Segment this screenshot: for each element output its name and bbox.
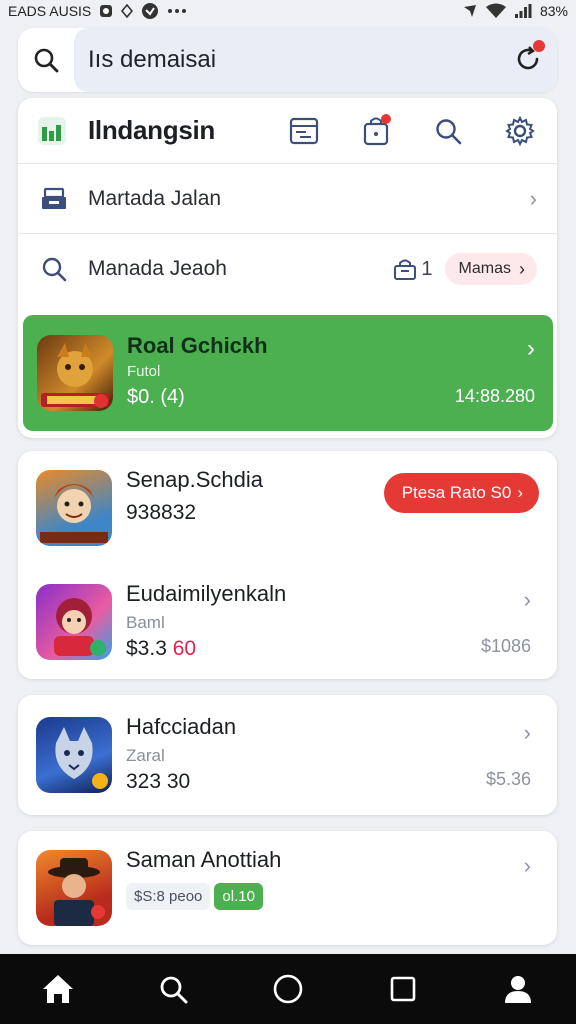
game-tags: $S:8 peoo ol.10 <box>126 883 539 910</box>
game-thumbnail-icon <box>36 717 112 793</box>
bag-icon[interactable] <box>359 113 393 148</box>
home-icon[interactable] <box>28 959 88 1019</box>
refresh-icon[interactable] <box>513 40 545 74</box>
red-action-button[interactable]: Ptesa Rato S0 › <box>383 473 539 513</box>
chevron-right-icon: › <box>523 587 531 612</box>
game-info: Eudaimilyenkaln Baml $3.3 60 › $1086 <box>126 581 539 663</box>
square-icon[interactable] <box>373 959 433 1019</box>
game-meta: $1086 <box>480 636 531 656</box>
game-thumbnail-icon <box>36 584 112 660</box>
chevron-right-icon: › <box>523 853 531 878</box>
list-item[interactable]: Eudaimilyenkaln Baml $3.3 60 › $1086 <box>18 565 557 679</box>
gear-icon[interactable] <box>503 114 537 148</box>
search-query: Iıs demaisai <box>88 46 217 73</box>
game-name: Eudaimilyenkaln <box>126 581 287 606</box>
chevron-right-icon: › <box>529 185 537 211</box>
chevron-right-icon: › <box>527 335 535 362</box>
mamas-pill[interactable]: Mamas › <box>444 253 537 285</box>
notification-dot <box>381 113 391 124</box>
featured-info: Roal Gchickh Futol $0. (4) › 14:88.280 <box>127 333 535 413</box>
status-bar: EADS AUSIS 83% <box>0 0 576 22</box>
games-card: Senap.Schdia 938832 Ptesa Rato S0 › Euda… <box>18 451 557 679</box>
status-carrier-text: EADS AUSIS <box>8 3 92 19</box>
game-name: Saman Anottiah <box>126 847 282 872</box>
search-icon <box>38 256 70 282</box>
discount-tag: ol.10 <box>214 883 263 910</box>
pill-label: Mamas <box>458 260 511 277</box>
wifi-icon <box>485 3 506 19</box>
menu-row-martada[interactable]: Martada Jalan › <box>18 164 557 234</box>
featured-game-card[interactable]: Roal Gchickh Futol $0. (4) › 14:88.280 <box>23 315 553 431</box>
price-accent: 60 <box>172 637 197 660</box>
logo-icon <box>38 116 66 145</box>
lock-icon <box>394 259 417 280</box>
more-icon <box>167 8 187 14</box>
game-thumbnail-icon <box>36 470 112 546</box>
location-icon <box>462 3 478 19</box>
battery-text: 83% <box>539 3 568 19</box>
diamond-icon <box>121 4 134 18</box>
search-icon[interactable] <box>431 114 465 148</box>
game-card[interactable]: Saman Anottiah $S:8 peoo ol.10 › <box>18 831 557 945</box>
game-info: Hafcciadan Zaral 323 30 › $5.36 <box>126 714 539 796</box>
chevron-right-icon: › <box>517 483 523 502</box>
list-item[interactable]: Saman Anottiah $S:8 peoo ol.10 › <box>18 831 557 945</box>
button-label: Ptesa Rato S0 <box>401 483 512 502</box>
search-input[interactable]: Iıs demaisai <box>74 28 557 92</box>
game-thumbnail-icon <box>37 335 113 411</box>
chevron-right-icon: › <box>519 258 525 279</box>
card-header: Ilndangsin <box>18 98 557 164</box>
shield-icon <box>141 2 159 20</box>
profile-icon[interactable] <box>488 959 548 1019</box>
game-price: 323 30 <box>126 770 191 793</box>
price-tag: $S:8 peoo <box>126 883 211 910</box>
list-item[interactable]: Senap.Schdia 938832 Ptesa Rato S0 › <box>18 451 557 565</box>
signal-icon <box>514 3 532 19</box>
bottom-nav <box>0 954 576 1024</box>
main-card: Ilndangsin Martada Jalan › Manada Jeaoh … <box>18 98 557 438</box>
lock-count-value: 1 <box>421 257 433 280</box>
game-name: Hafcciadan <box>126 714 237 739</box>
game-info: Senap.Schdia 938832 Ptesa Rato S0 › <box>126 467 539 549</box>
circle-icon[interactable] <box>258 959 318 1019</box>
game-card[interactable]: Hafcciadan Zaral 323 30 › $5.36 <box>18 695 557 815</box>
chevron-right-icon: › <box>523 720 531 745</box>
game-sub: Futol <box>127 363 161 380</box>
list-item[interactable]: Hafcciadan Zaral 323 30 › $5.36 <box>18 695 557 815</box>
filter-icon[interactable] <box>287 114 321 148</box>
menu-row-manada[interactable]: Manada Jeaoh 1 Mamas › <box>18 234 557 304</box>
game-thumbnail-icon <box>36 850 112 926</box>
game-sub: Baml <box>126 613 165 632</box>
notification-dot <box>533 40 545 52</box>
game-info: Saman Anottiah $S:8 peoo ol.10 › <box>126 847 539 929</box>
game-sub: Zaral <box>126 746 165 765</box>
menu-label: Manada Jeaoh <box>88 257 227 280</box>
game-meta: 14:88.280 <box>454 386 535 406</box>
lock-count: 1 <box>393 257 433 281</box>
game-meta: $5.36 <box>485 769 531 789</box>
price-main: $3.3 <box>126 637 173 660</box>
menu-label: Martada Jalan <box>88 186 222 210</box>
game-name: Roal Gchickh <box>127 333 268 358</box>
page-title: Ilndangsin <box>88 115 216 145</box>
game-price: $3.3 60 <box>126 637 539 661</box>
store-icon <box>38 186 70 212</box>
app-icon <box>99 4 113 18</box>
search-icon[interactable] <box>143 959 203 1019</box>
search-bar[interactable]: Iıs demaisai <box>18 28 557 92</box>
search-icon[interactable] <box>18 47 74 73</box>
